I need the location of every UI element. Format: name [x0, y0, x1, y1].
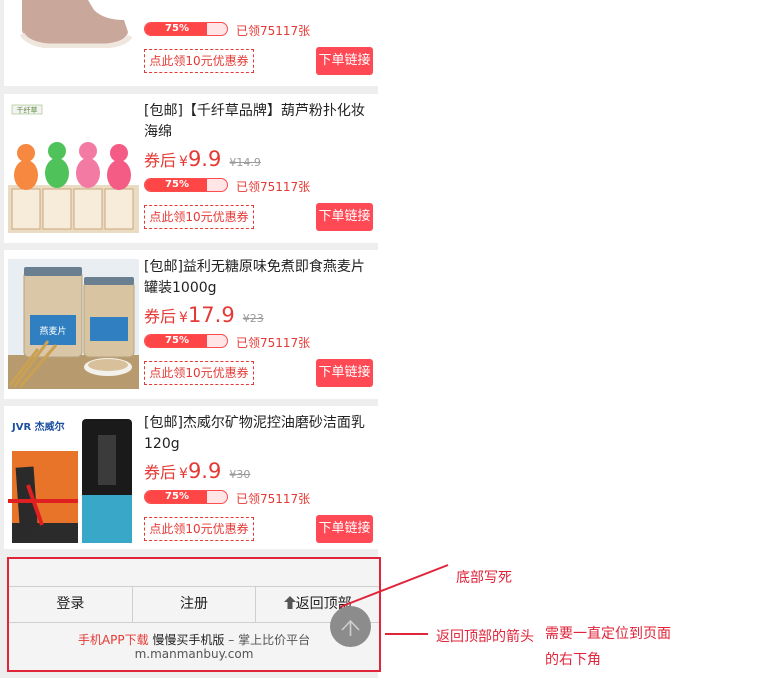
- product-title[interactable]: [包邮]益利无糖原味免煮即食燕麦片罐装1000g: [144, 257, 372, 299]
- annotation-arrow-note: 返回顶部的箭头: [436, 629, 534, 645]
- coupon-button[interactable]: 点此领10元优惠券: [144, 49, 254, 73]
- coupon-button[interactable]: 点此领10元优惠券: [144, 517, 254, 541]
- annotation-position-note-2: 的右下角: [545, 652, 601, 668]
- app-download-link[interactable]: 手机APP下载: [78, 633, 149, 647]
- original-price: ¥14.9: [229, 156, 261, 169]
- progress-label: 75%: [165, 23, 189, 34]
- back-to-top-button[interactable]: [330, 606, 371, 647]
- arrow-up-icon: [341, 619, 360, 636]
- footer-info: 手机APP下载 慢慢买手机版 – 掌上比价平台: [9, 631, 379, 648]
- annotation-position-note: 需要一直定位到页面: [545, 626, 671, 642]
- price-line: 券后 ¥17.9 ¥23: [144, 303, 264, 327]
- mobile-version-link[interactable]: 慢慢买手机版: [152, 633, 224, 647]
- product-item: 燕麦片 [包邮]益利无糖原味免煮即食燕麦片罐装1000g 券后 ¥17.9 ¥23 …: [4, 250, 378, 399]
- login-link[interactable]: 登录: [9, 587, 133, 622]
- price-line: 券后 ¥9.9 ¥30: [144, 459, 250, 483]
- claimed-count: 已领75117张: [236, 180, 311, 194]
- buy-link-button[interactable]: 下单链接: [316, 203, 373, 231]
- price-label: 券后: [144, 151, 177, 170]
- original-price: ¥30: [229, 468, 251, 481]
- price-line: 券后 ¥9.9 ¥14.9: [144, 147, 261, 171]
- currency-symbol: ¥: [179, 310, 188, 326]
- product-item-partial: 75% 已领75117张 点此领10元优惠券 下单链接: [4, 0, 378, 86]
- original-price: ¥23: [242, 312, 264, 325]
- oats-label: 燕麦片: [39, 325, 66, 337]
- claimed-count: 已领75117张: [236, 492, 311, 506]
- product-title[interactable]: [包邮]杰威尔矿物泥控油磨砂洁面乳120g: [144, 413, 372, 455]
- buy-link-button[interactable]: 下单链接: [316, 359, 373, 387]
- price-label: 券后: [144, 307, 177, 326]
- claim-progress: 75%: [144, 22, 228, 36]
- product-image-oats[interactable]: 燕麦片: [8, 259, 139, 389]
- claimed-count: 已领75117张: [236, 336, 311, 350]
- register-link[interactable]: 注册: [133, 587, 257, 622]
- buy-link-button[interactable]: 下单链接: [316, 47, 373, 75]
- product-image-cleanser[interactable]: JVR 杰威尔: [8, 415, 139, 545]
- product-item: JVR 杰威尔 [包邮]杰威尔矿物泥控油磨砂洁面乳120g 券后 ¥9.9 ¥30 …: [4, 406, 378, 549]
- footer-links: 登录 注册 返回顶部: [9, 586, 379, 623]
- footer-url: m.manmanbuy.com: [134, 647, 254, 661]
- price-label: 券后: [144, 463, 177, 482]
- coupon-button[interactable]: 点此领10元优惠券: [144, 361, 254, 385]
- progress-label: 75%: [165, 335, 189, 346]
- brand-logo: 千纤草: [17, 106, 38, 115]
- coupon-price: 9.9: [187, 147, 222, 171]
- progress-label: 75%: [165, 491, 189, 502]
- product-image-puffs[interactable]: 千纤草: [8, 103, 139, 233]
- fixed-footer: 登录 注册 返回顶部 手机APP下载 慢慢买手机版 – 掌上比价平台 m.man…: [7, 557, 381, 672]
- claim-progress: 75%: [144, 490, 228, 504]
- footer-tagline: – 掌上比价平台: [228, 633, 311, 647]
- coupon-price: 17.9: [187, 303, 235, 327]
- up-arrow-icon: [283, 596, 296, 609]
- product-title[interactable]: [包邮]【千纤草品牌】葫芦粉扑化妆海绵: [144, 101, 372, 143]
- claim-progress: 75%: [144, 334, 228, 348]
- currency-symbol: ¥: [179, 466, 188, 482]
- coupon-button[interactable]: 点此领10元优惠券: [144, 205, 254, 229]
- progress-label: 75%: [165, 179, 189, 190]
- brand-logo: JVR 杰威尔: [11, 420, 65, 433]
- product-item: 千纤草 [包邮]【千纤草品牌】葫芦粉扑化妆海绵 券后 ¥9.9 ¥14.9 75% …: [4, 94, 378, 243]
- claim-progress: 75%: [144, 178, 228, 192]
- product-image-shoe[interactable]: [8, 0, 139, 48]
- claimed-count: 已领75117张: [236, 24, 311, 38]
- coupon-price: 9.9: [187, 459, 222, 483]
- currency-symbol: ¥: [179, 154, 188, 170]
- annotation-footer-note: 底部写死: [456, 570, 512, 586]
- buy-link-button[interactable]: 下单链接: [316, 515, 373, 543]
